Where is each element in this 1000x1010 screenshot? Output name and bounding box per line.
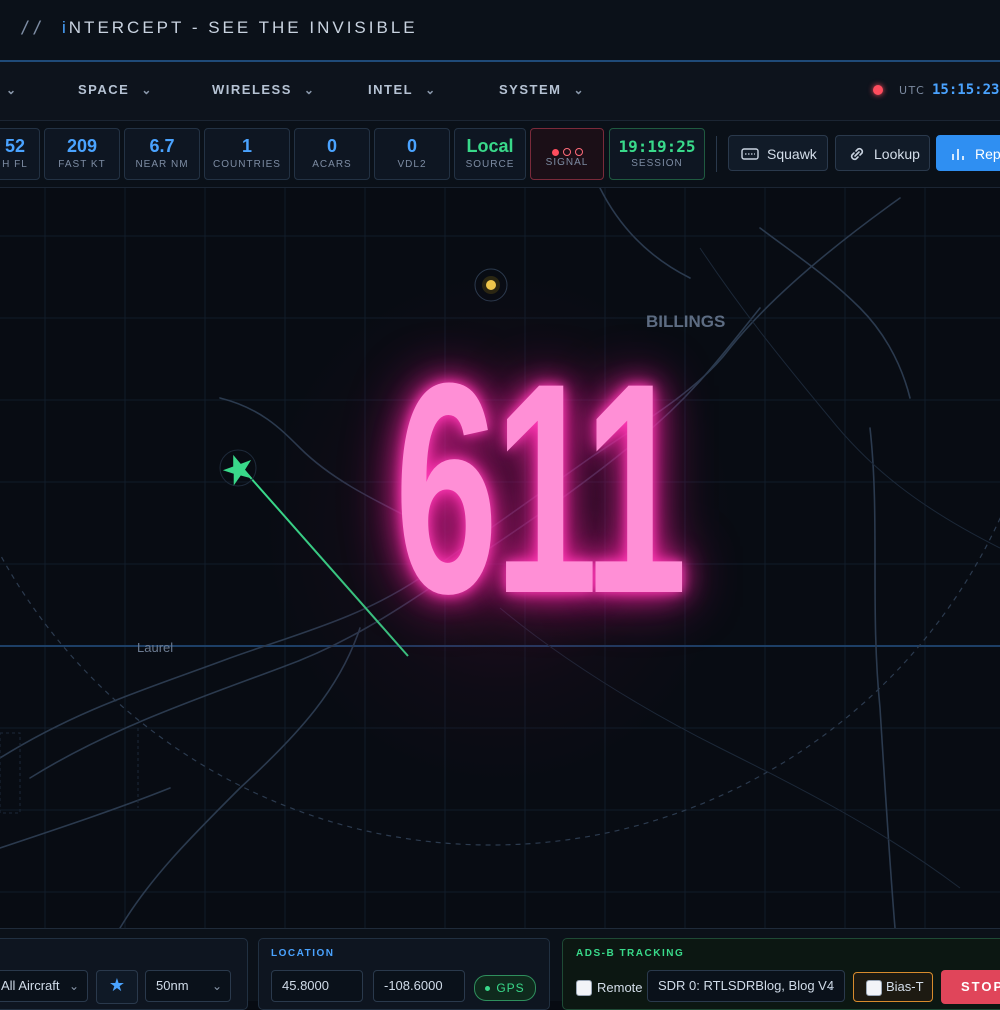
stat-label: SESSION [631, 158, 683, 169]
stat-value: 0 [406, 136, 417, 156]
stat-label: VDL2 [397, 159, 427, 170]
gps-label: GPS [496, 981, 525, 995]
latitude-input[interactable]: 45.8000 [271, 970, 363, 1002]
utc-clock: 15:15:23 [932, 82, 1000, 98]
lookup-label: Lookup [874, 146, 920, 162]
city-label-laurel: Laurel [137, 640, 174, 655]
stat-near-nm: 6.7 NEAR NM [124, 128, 200, 180]
chevron-down-icon: ⌄ [141, 83, 153, 97]
nav-item-first[interactable]: ⌄ [0, 82, 18, 97]
location-title: LOCATION [271, 948, 335, 959]
app-title-text: NTERCEPT - SEE THE INVISIBLE [68, 18, 418, 37]
app-title-accent: i [62, 18, 69, 37]
sdr-device-select[interactable]: SDR 0: RTLSDRBlog, Blog V4 ⌄ [647, 970, 845, 1002]
nav-label-wireless: WIRELESS [212, 82, 292, 97]
stat-value: 209 [66, 136, 98, 156]
bias-t-label: Bias-T [886, 979, 924, 994]
stat-source: Local SOURCE [454, 128, 526, 180]
range-value: 50nm [156, 978, 189, 993]
nav-label-space: SPACE [78, 82, 130, 97]
gps-button[interactable]: GPS [474, 975, 536, 1001]
chevron-down-icon: ⌄ [573, 83, 586, 97]
link-icon [850, 147, 864, 161]
stat-session: 19:19:25 SESSION [609, 128, 705, 180]
chevron-down-icon: ⌄ [6, 83, 18, 97]
chevron-down-icon: ⌄ [68, 979, 79, 993]
signal-strength-icon [531, 141, 603, 156]
chevron-down-icon: ⌄ [303, 83, 316, 97]
stat-high-fl: 52 H FL [0, 128, 40, 180]
lookup-button[interactable]: Lookup [835, 135, 930, 171]
app-title: iNTERCEPT - SEE THE INVISIBLE [62, 18, 418, 38]
remote-label: Remote [597, 980, 643, 995]
stat-value: 1 [241, 136, 252, 156]
range-select[interactable]: 50nm ⌄ [145, 970, 231, 1002]
nav-item-system[interactable]: SYSTEM ⌄ [499, 82, 585, 97]
longitude-input[interactable]: -108.6000 [373, 970, 465, 1002]
remote-checkbox[interactable] [576, 980, 592, 996]
nav-item-intel[interactable]: INTEL ⌄ [368, 82, 437, 97]
favorites-button[interactable]: ★ [96, 970, 138, 1004]
stat-value: 52 [4, 136, 26, 156]
bar-chart-icon [952, 149, 964, 160]
adsb-title: ADS-B TRACKING [576, 948, 685, 959]
report-button[interactable]: Repo [936, 135, 1000, 171]
stat-label: SOURCE [465, 159, 515, 170]
longitude-value: -108.6000 [384, 978, 443, 993]
stat-label: COUNTRIES [213, 159, 281, 170]
stat-label: FAST KT [58, 159, 106, 170]
squawk-button[interactable]: Squawk [728, 135, 828, 171]
report-label: Repo [975, 146, 1000, 162]
sdr-device-value: SDR 0: RTLSDRBlog, Blog V4 [658, 978, 835, 993]
bias-t-checkbox[interactable] [866, 980, 882, 996]
title-bar: // iNTERCEPT - SEE THE INVISIBLE [0, 0, 1000, 62]
star-icon: ★ [108, 975, 126, 996]
stat-value: 6.7 [149, 136, 175, 156]
latitude-value: 45.8000 [282, 978, 329, 993]
title-slashes: // [20, 18, 45, 38]
stat-value: 19:19:25 [618, 137, 696, 156]
radar-map[interactable]: BILLINGS Laurel 611 [0, 188, 1000, 928]
aircraft-filter-value: All Aircraft [1, 978, 60, 993]
stat-signal: SIGNAL [530, 128, 604, 180]
stop-button[interactable]: STOP [941, 970, 1000, 1004]
stat-value: 0 [326, 136, 337, 156]
squawk-label: Squawk [767, 146, 817, 162]
chevron-down-icon: ⌄ [425, 83, 437, 97]
aircraft-filter-select[interactable]: All Aircraft ⌄ [0, 970, 88, 1002]
squawk-overlay-number: 611 [394, 320, 688, 656]
stat-label: NEAR NM [135, 159, 189, 170]
stat-fast-kt: 209 FAST KT [44, 128, 120, 180]
stat-vdl2: 0 VDL2 [374, 128, 450, 180]
nav-label-system: SYSTEM [499, 82, 562, 97]
stat-label: SIGNAL [545, 157, 589, 168]
keyboard-icon [741, 148, 759, 160]
nav-item-wireless[interactable]: WIRELESS ⌄ [212, 82, 315, 97]
live-status-dot [873, 85, 883, 95]
chevron-down-icon: ⌄ [211, 979, 222, 993]
nav-label-intel: INTEL [368, 82, 414, 97]
stat-value: Local [466, 136, 514, 156]
bias-t-toggle[interactable]: Bias-T [853, 972, 933, 1002]
toolbar-divider [716, 136, 717, 172]
stat-countries: 1 COUNTRIES [204, 128, 290, 180]
gps-status-dot [485, 986, 491, 992]
utc-label: UTC [899, 84, 926, 97]
nav-item-space[interactable]: SPACE ⌄ [78, 82, 153, 97]
chevron-down-icon: ⌄ [825, 979, 836, 993]
stat-acars: 0 ACARS [294, 128, 370, 180]
stat-label: H FL [2, 159, 28, 170]
stat-label: ACARS [312, 159, 352, 170]
